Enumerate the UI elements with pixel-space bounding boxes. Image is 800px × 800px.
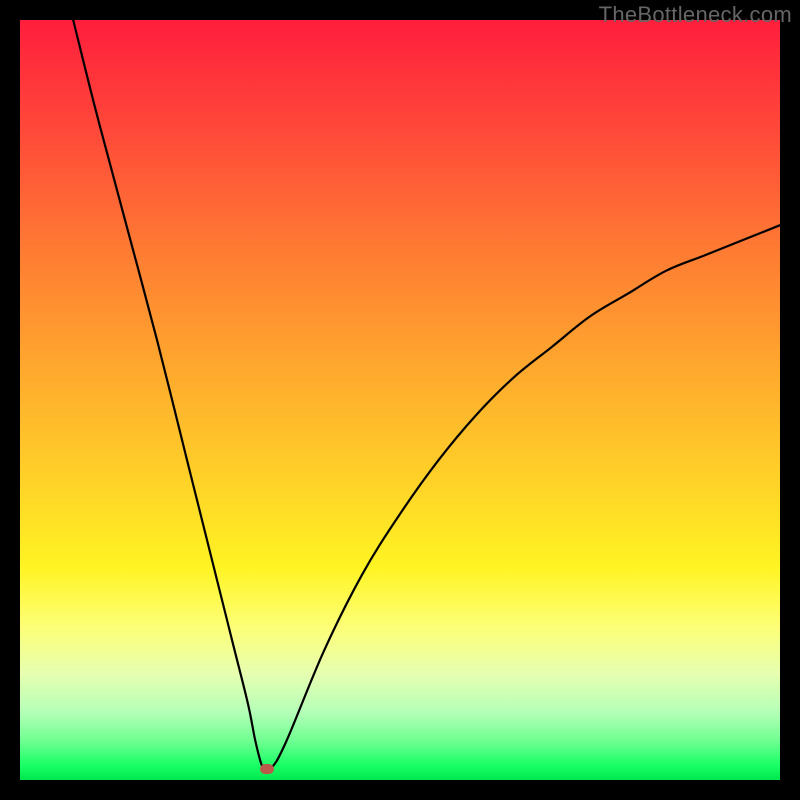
watermark-text: TheBottleneck.com [599,2,792,28]
chart-frame: TheBottleneck.com [0,0,800,800]
plot-area [20,20,780,780]
minimum-marker [260,764,274,774]
bottleneck-curve [20,20,780,780]
